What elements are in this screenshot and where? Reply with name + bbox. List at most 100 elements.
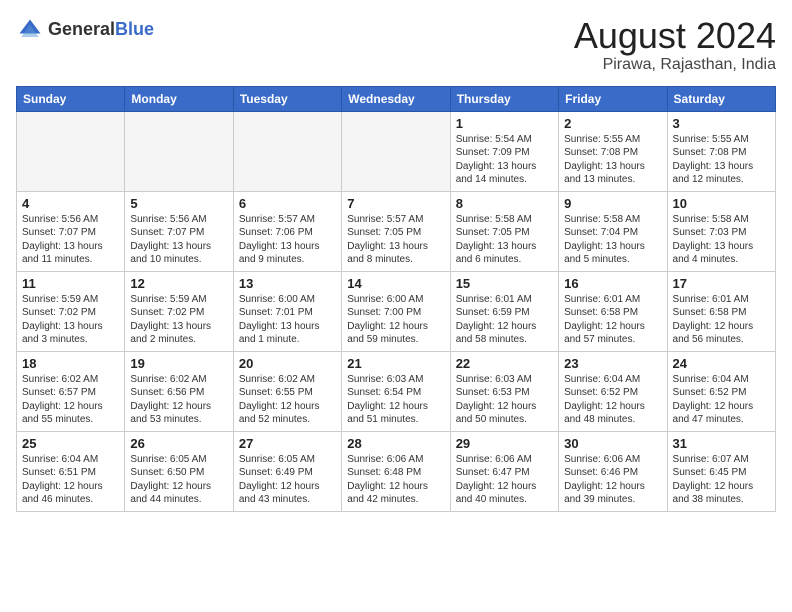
calendar-table: SundayMondayTuesdayWednesdayThursdayFrid…	[16, 86, 776, 512]
day-number: 19	[130, 356, 227, 371]
day-number: 24	[673, 356, 770, 371]
day-info: Sunrise: 6:06 AM Sunset: 6:48 PM Dayligh…	[347, 453, 444, 507]
calendar-week-row: 4 Sunrise: 5:56 AM Sunset: 7:07 PM Daylig…	[17, 191, 776, 271]
calendar-cell	[342, 111, 450, 191]
day-info: Sunrise: 6:00 AM Sunset: 7:00 PM Dayligh…	[347, 293, 444, 347]
day-number: 4	[22, 196, 119, 211]
calendar-cell: 7 Sunrise: 5:57 AM Sunset: 7:05 PM Daylig…	[342, 191, 450, 271]
calendar-cell: 6Sunrise: 5:57 AM Sunset: 7:06 PM Daylig…	[233, 191, 341, 271]
calendar-cell	[125, 111, 233, 191]
day-info: Sunrise: 6:06 AM Sunset: 6:46 PM Dayligh…	[564, 453, 661, 507]
calendar-cell: 8 Sunrise: 5:58 AM Sunset: 7:05 PM Daylig…	[450, 191, 558, 271]
day-info: Sunrise: 6:03 AM Sunset: 6:53 PM Dayligh…	[456, 373, 553, 427]
day-info: Sunrise: 6:01 AM Sunset: 6:58 PM Dayligh…	[673, 293, 770, 347]
day-info: Sunrise: 5:59 AM Sunset: 7:02 PM Dayligh…	[22, 293, 119, 347]
day-number: 8	[456, 196, 553, 211]
calendar-cell: 19 Sunrise: 6:02 AM Sunset: 6:56 PM Dayli…	[125, 351, 233, 431]
day-number: 2	[564, 116, 661, 131]
weekday-header: Thursday	[450, 86, 558, 111]
calendar-cell: 20 Sunrise: 6:02 AM Sunset: 6:55 PM Dayli…	[233, 351, 341, 431]
calendar-cell: 1Sunrise: 5:54 AM Sunset: 7:09 PM Daylig…	[450, 111, 558, 191]
calendar-cell	[17, 111, 125, 191]
weekday-header: Saturday	[667, 86, 775, 111]
calendar-week-row: 25 Sunrise: 6:04 AM Sunset: 6:51 PM Dayli…	[17, 431, 776, 511]
day-number: 1	[456, 116, 553, 131]
calendar-cell: 21 Sunrise: 6:03 AM Sunset: 6:54 PM Dayli…	[342, 351, 450, 431]
location: Pirawa, Rajasthan, India	[574, 56, 776, 74]
day-number: 15	[456, 276, 553, 291]
day-number: 7	[347, 196, 444, 211]
logo-general: General	[48, 20, 115, 40]
calendar-cell: 24 Sunrise: 6:04 AM Sunset: 6:52 PM Dayli…	[667, 351, 775, 431]
calendar-cell: 26 Sunrise: 6:05 AM Sunset: 6:50 PM Dayli…	[125, 431, 233, 511]
calendar-cell: 12 Sunrise: 5:59 AM Sunset: 7:02 PM Dayli…	[125, 271, 233, 351]
day-info: Sunrise: 5:56 AM Sunset: 7:07 PM Dayligh…	[130, 213, 227, 267]
calendar-cell: 10Sunrise: 5:58 AM Sunset: 7:03 PM Dayli…	[667, 191, 775, 271]
day-info: Sunrise: 6:02 AM Sunset: 6:57 PM Dayligh…	[22, 373, 119, 427]
calendar-cell: 18 Sunrise: 6:02 AM Sunset: 6:57 PM Dayli…	[17, 351, 125, 431]
day-number: 5	[130, 196, 227, 211]
day-info: Sunrise: 5:57 AM Sunset: 7:05 PM Dayligh…	[347, 213, 444, 267]
calendar-cell: 25 Sunrise: 6:04 AM Sunset: 6:51 PM Dayli…	[17, 431, 125, 511]
day-info: Sunrise: 6:04 AM Sunset: 6:51 PM Dayligh…	[22, 453, 119, 507]
calendar-cell: 28 Sunrise: 6:06 AM Sunset: 6:48 PM Dayli…	[342, 431, 450, 511]
day-info: Sunrise: 6:05 AM Sunset: 6:50 PM Dayligh…	[130, 453, 227, 507]
day-number: 11	[22, 276, 119, 291]
day-info: Sunrise: 6:02 AM Sunset: 6:56 PM Dayligh…	[130, 373, 227, 427]
month-year: August 2024	[574, 16, 776, 56]
calendar-cell: 4 Sunrise: 5:56 AM Sunset: 7:07 PM Daylig…	[17, 191, 125, 271]
logo-icon	[16, 16, 44, 44]
day-info: Sunrise: 6:00 AM Sunset: 7:01 PM Dayligh…	[239, 293, 336, 347]
weekday-header: Sunday	[17, 86, 125, 111]
calendar-cell: 17 Sunrise: 6:01 AM Sunset: 6:58 PM Dayli…	[667, 271, 775, 351]
day-info: Sunrise: 5:55 AM Sunset: 7:08 PM Dayligh…	[673, 133, 770, 187]
day-info: Sunrise: 5:58 AM Sunset: 7:04 PM Dayligh…	[564, 213, 661, 267]
calendar-cell: 15 Sunrise: 6:01 AM Sunset: 6:59 PM Dayli…	[450, 271, 558, 351]
day-info: Sunrise: 6:01 AM Sunset: 6:59 PM Dayligh…	[456, 293, 553, 347]
calendar-cell: 2Sunrise: 5:55 AM Sunset: 7:08 PM Daylig…	[559, 111, 667, 191]
weekday-header: Tuesday	[233, 86, 341, 111]
calendar-cell: 3 Sunrise: 5:55 AM Sunset: 7:08 PM Daylig…	[667, 111, 775, 191]
day-number: 31	[673, 436, 770, 451]
day-number: 12	[130, 276, 227, 291]
weekday-row: SundayMondayTuesdayWednesdayThursdayFrid…	[17, 86, 776, 111]
calendar-cell: 11 Sunrise: 5:59 AM Sunset: 7:02 PM Dayli…	[17, 271, 125, 351]
weekday-header: Monday	[125, 86, 233, 111]
logo-text: GeneralBlue	[48, 20, 154, 40]
calendar-week-row: 11 Sunrise: 5:59 AM Sunset: 7:02 PM Dayli…	[17, 271, 776, 351]
day-number: 26	[130, 436, 227, 451]
day-info: Sunrise: 5:59 AM Sunset: 7:02 PM Dayligh…	[130, 293, 227, 347]
day-info: Sunrise: 6:06 AM Sunset: 6:47 PM Dayligh…	[456, 453, 553, 507]
day-info: Sunrise: 6:07 AM Sunset: 6:45 PM Dayligh…	[673, 453, 770, 507]
day-info: Sunrise: 6:05 AM Sunset: 6:49 PM Dayligh…	[239, 453, 336, 507]
calendar-header: SundayMondayTuesdayWednesdayThursdayFrid…	[17, 86, 776, 111]
calendar-body: 1Sunrise: 5:54 AM Sunset: 7:09 PM Daylig…	[17, 111, 776, 511]
logo-blue: Blue	[115, 20, 154, 40]
day-number: 18	[22, 356, 119, 371]
day-number: 28	[347, 436, 444, 451]
day-info: Sunrise: 6:04 AM Sunset: 6:52 PM Dayligh…	[673, 373, 770, 427]
calendar-cell: 22Sunrise: 6:03 AM Sunset: 6:53 PM Dayli…	[450, 351, 558, 431]
calendar-cell: 5 Sunrise: 5:56 AM Sunset: 7:07 PM Daylig…	[125, 191, 233, 271]
day-info: Sunrise: 6:02 AM Sunset: 6:55 PM Dayligh…	[239, 373, 336, 427]
day-number: 13	[239, 276, 336, 291]
day-number: 20	[239, 356, 336, 371]
day-info: Sunrise: 5:58 AM Sunset: 7:05 PM Dayligh…	[456, 213, 553, 267]
day-info: Sunrise: 6:01 AM Sunset: 6:58 PM Dayligh…	[564, 293, 661, 347]
day-info: Sunrise: 5:56 AM Sunset: 7:07 PM Dayligh…	[22, 213, 119, 267]
logo: GeneralBlue	[16, 16, 154, 44]
calendar-cell: 27Sunrise: 6:05 AM Sunset: 6:49 PM Dayli…	[233, 431, 341, 511]
day-number: 17	[673, 276, 770, 291]
day-number: 10	[673, 196, 770, 211]
calendar-cell: 13 Sunrise: 6:00 AM Sunset: 7:01 PM Dayli…	[233, 271, 341, 351]
day-number: 29	[456, 436, 553, 451]
day-number: 25	[22, 436, 119, 451]
calendar-cell: 31 Sunrise: 6:07 AM Sunset: 6:45 PM Dayli…	[667, 431, 775, 511]
day-number: 6	[239, 196, 336, 211]
calendar-cell: 14Sunrise: 6:00 AM Sunset: 7:00 PM Dayli…	[342, 271, 450, 351]
day-number: 21	[347, 356, 444, 371]
day-number: 3	[673, 116, 770, 131]
weekday-header: Wednesday	[342, 86, 450, 111]
calendar-cell: 16Sunrise: 6:01 AM Sunset: 6:58 PM Dayli…	[559, 271, 667, 351]
day-info: Sunrise: 6:03 AM Sunset: 6:54 PM Dayligh…	[347, 373, 444, 427]
